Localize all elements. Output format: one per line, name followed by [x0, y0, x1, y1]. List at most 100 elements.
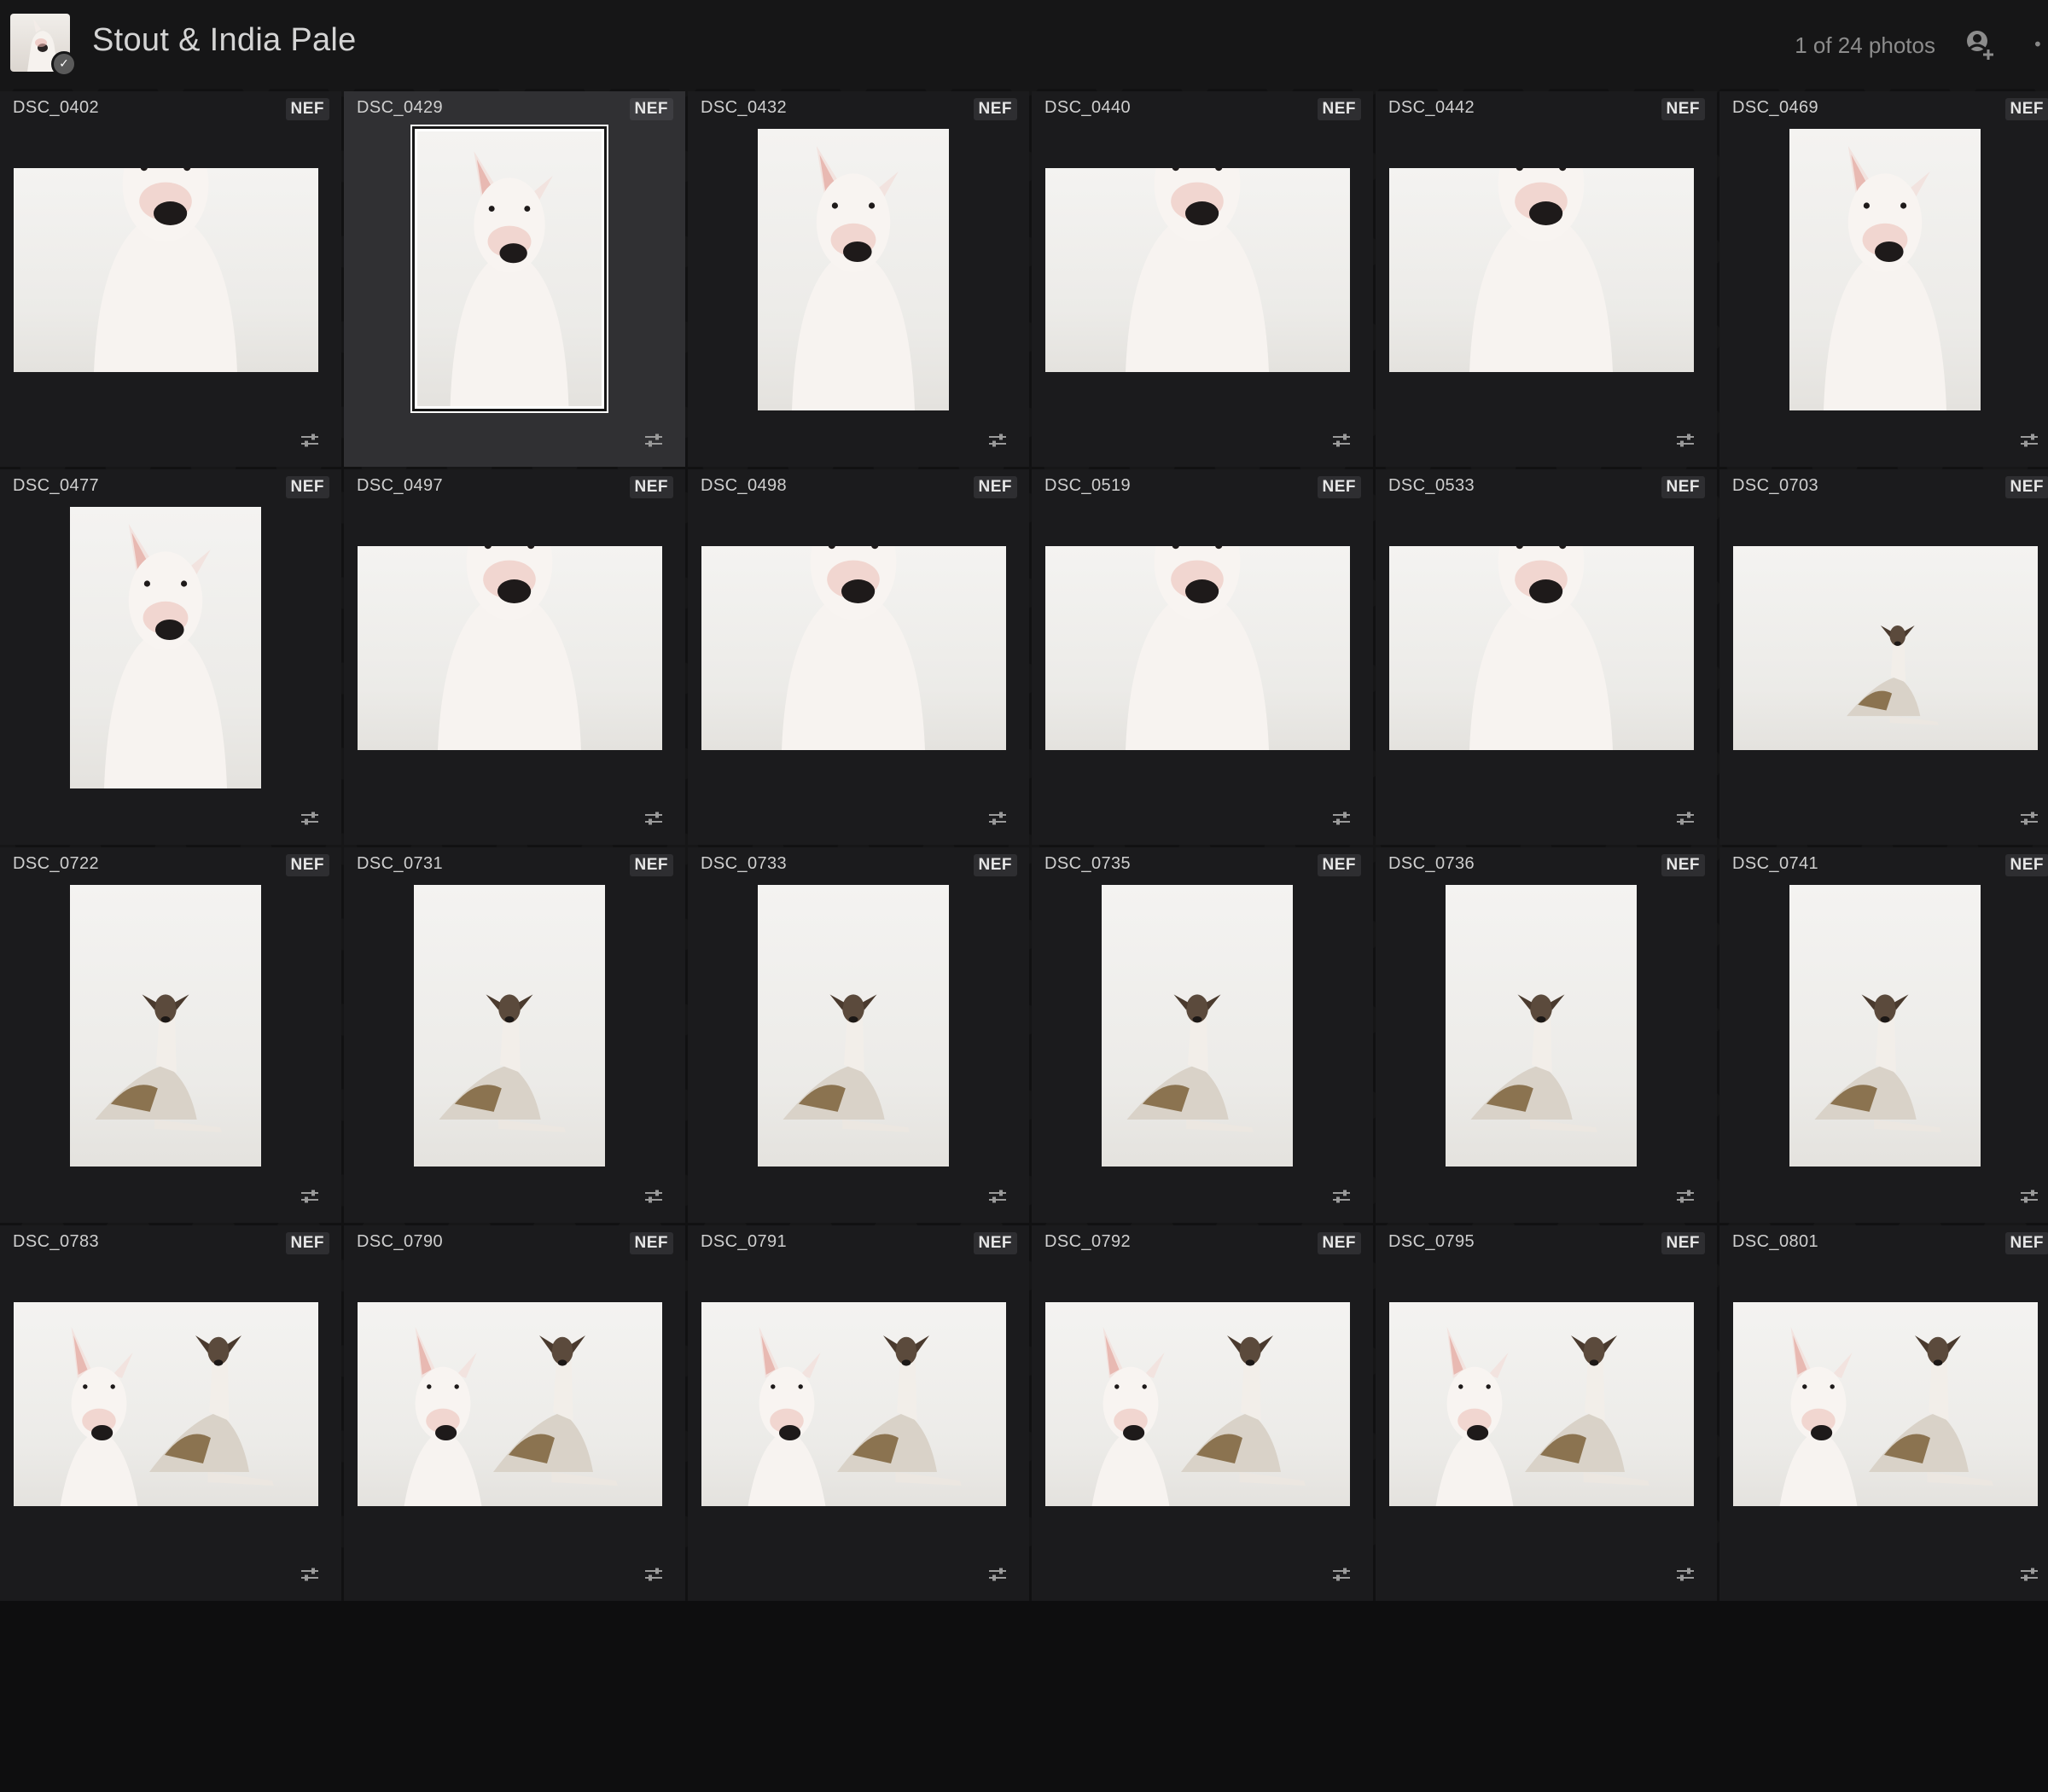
- photo-filename: DSC_0791: [701, 1232, 788, 1251]
- photo-cell[interactable]: DSC_0791 NEF: [688, 1225, 1029, 1601]
- photo-cell[interactable]: DSC_0429 NEF: [344, 91, 685, 467]
- photo-cell[interactable]: DSC_0741 NEF: [1719, 847, 2048, 1223]
- photo-thumbnail[interactable]: [70, 507, 261, 788]
- photo-cell[interactable]: DSC_0790 NEF: [344, 1225, 685, 1601]
- edit-adjustments-icon[interactable]: [1676, 433, 1695, 448]
- photo-thumbnail[interactable]: [14, 168, 318, 372]
- edit-adjustments-icon[interactable]: [300, 1189, 319, 1204]
- photo-thumbnail[interactable]: [758, 885, 949, 1167]
- photo-filename: DSC_0735: [1044, 854, 1132, 873]
- photo-thumbnail[interactable]: [358, 546, 662, 750]
- add-person-icon[interactable]: [1963, 27, 1997, 61]
- photo-thumbnail[interactable]: [414, 885, 605, 1167]
- photo-thumbnail[interactable]: [1789, 885, 1981, 1167]
- photo-filename: DSC_0429: [357, 98, 444, 117]
- edit-adjustments-icon[interactable]: [644, 1567, 663, 1582]
- file-type-badge: NEF: [1317, 1232, 1361, 1254]
- photo-thumbnail[interactable]: [1446, 885, 1637, 1167]
- photo-thumbnail[interactable]: [1102, 885, 1293, 1167]
- file-type-badge: NEF: [1661, 854, 1705, 876]
- photo-cell[interactable]: DSC_0795 NEF: [1376, 1225, 1717, 1601]
- edit-adjustments-icon[interactable]: [2020, 1567, 2039, 1582]
- photo-filename: DSC_0477: [13, 476, 100, 495]
- photo-cell[interactable]: DSC_0469 NEF: [1719, 91, 2048, 467]
- file-type-badge: NEF: [629, 98, 673, 120]
- edit-adjustments-icon[interactable]: [1332, 811, 1351, 826]
- photo-cell[interactable]: DSC_0736 NEF: [1376, 847, 1717, 1223]
- edit-adjustments-icon[interactable]: [644, 1189, 663, 1204]
- edit-adjustments-icon[interactable]: [988, 1567, 1007, 1582]
- photo-filename: DSC_0795: [1388, 1232, 1475, 1251]
- edit-adjustments-icon[interactable]: [1676, 1567, 1695, 1582]
- file-type-badge: NEF: [973, 98, 1017, 120]
- photo-filename: DSC_0519: [1044, 476, 1132, 495]
- photo-thumbnail[interactable]: [1789, 129, 1981, 410]
- edit-adjustments-icon[interactable]: [300, 433, 319, 448]
- photo-thumbnail[interactable]: [14, 1302, 318, 1506]
- photo-thumbnail[interactable]: [1733, 1302, 2038, 1506]
- check-badge-icon: ✓: [51, 51, 77, 77]
- photo-cell[interactable]: DSC_0792 NEF: [1032, 1225, 1373, 1601]
- photo-thumbnail[interactable]: [701, 546, 1006, 750]
- edit-adjustments-icon[interactable]: [1332, 433, 1351, 448]
- file-type-badge: NEF: [1661, 476, 1705, 498]
- photo-filename: DSC_0498: [701, 476, 788, 495]
- file-type-badge: NEF: [973, 1232, 1017, 1254]
- photo-thumbnail[interactable]: [758, 129, 949, 410]
- edit-adjustments-icon[interactable]: [2020, 1189, 2039, 1204]
- edit-adjustments-icon[interactable]: [300, 1567, 319, 1582]
- photo-thumbnail[interactable]: [1045, 1302, 1350, 1506]
- photo-cell[interactable]: DSC_0722 NEF: [0, 847, 341, 1223]
- photo-cell[interactable]: DSC_0519 NEF: [1032, 469, 1373, 845]
- photo-cell[interactable]: DSC_0801 NEF: [1719, 1225, 2048, 1601]
- photo-cell[interactable]: DSC_0497 NEF: [344, 469, 685, 845]
- photo-thumbnail[interactable]: [415, 129, 604, 409]
- edit-adjustments-icon[interactable]: [988, 811, 1007, 826]
- edit-adjustments-icon[interactable]: [1332, 1189, 1351, 1204]
- photo-cell[interactable]: DSC_0533 NEF: [1376, 469, 1717, 845]
- photo-filename: DSC_0402: [13, 98, 100, 117]
- photo-filename: DSC_0801: [1732, 1232, 1819, 1251]
- photo-cell[interactable]: DSC_0703 NEF: [1719, 469, 2048, 845]
- edit-adjustments-icon[interactable]: [1676, 811, 1695, 826]
- photo-cell[interactable]: DSC_0402 NEF: [0, 91, 341, 467]
- photo-cell[interactable]: DSC_0477 NEF: [0, 469, 341, 845]
- photo-cell[interactable]: DSC_0731 NEF: [344, 847, 685, 1223]
- photo-cell[interactable]: DSC_0735 NEF: [1032, 847, 1373, 1223]
- edit-adjustments-icon[interactable]: [1332, 1567, 1351, 1582]
- edit-adjustments-icon[interactable]: [988, 433, 1007, 448]
- edit-adjustments-icon[interactable]: [644, 433, 663, 448]
- photo-thumbnail[interactable]: [1389, 546, 1694, 750]
- photo-filename: DSC_0432: [701, 98, 788, 117]
- file-type-badge: NEF: [973, 854, 1017, 876]
- edit-adjustments-icon[interactable]: [988, 1189, 1007, 1204]
- edit-adjustments-icon[interactable]: [2020, 811, 2039, 826]
- photo-thumbnail[interactable]: [1045, 168, 1350, 372]
- photo-thumbnail[interactable]: [1389, 168, 1694, 372]
- edit-adjustments-icon[interactable]: [300, 811, 319, 826]
- edit-adjustments-icon[interactable]: [1676, 1189, 1695, 1204]
- photo-filename: DSC_0783: [13, 1232, 100, 1251]
- edit-adjustments-icon[interactable]: [644, 811, 663, 826]
- photo-thumbnail[interactable]: [1045, 546, 1350, 750]
- photo-thumbnail[interactable]: [1389, 1302, 1694, 1506]
- edit-adjustments-icon[interactable]: [2020, 433, 2039, 448]
- photo-cell[interactable]: DSC_0733 NEF: [688, 847, 1029, 1223]
- photo-cell[interactable]: DSC_0442 NEF: [1376, 91, 1717, 467]
- photo-thumbnail[interactable]: [358, 1302, 662, 1506]
- file-type-badge: NEF: [1317, 98, 1361, 120]
- photo-filename: DSC_0703: [1732, 476, 1819, 495]
- photo-thumbnail[interactable]: [1733, 546, 2038, 750]
- photo-thumbnail[interactable]: [701, 1302, 1006, 1506]
- photo-grid: DSC_0402 NEF DSC_0429 NEF DSC_0432 NEF D…: [0, 91, 2048, 1601]
- file-type-badge: NEF: [973, 476, 1017, 498]
- file-type-badge: NEF: [285, 854, 329, 876]
- photo-filename: DSC_0722: [13, 854, 100, 873]
- photo-thumbnail[interactable]: [70, 885, 261, 1167]
- photo-cell[interactable]: DSC_0498 NEF: [688, 469, 1029, 845]
- photo-cell[interactable]: DSC_0783 NEF: [0, 1225, 341, 1601]
- photo-cell[interactable]: DSC_0440 NEF: [1032, 91, 1373, 467]
- photo-cell[interactable]: DSC_0432 NEF: [688, 91, 1029, 467]
- more-icon[interactable]: •: [2033, 34, 2043, 55]
- file-type-badge: NEF: [2004, 854, 2048, 876]
